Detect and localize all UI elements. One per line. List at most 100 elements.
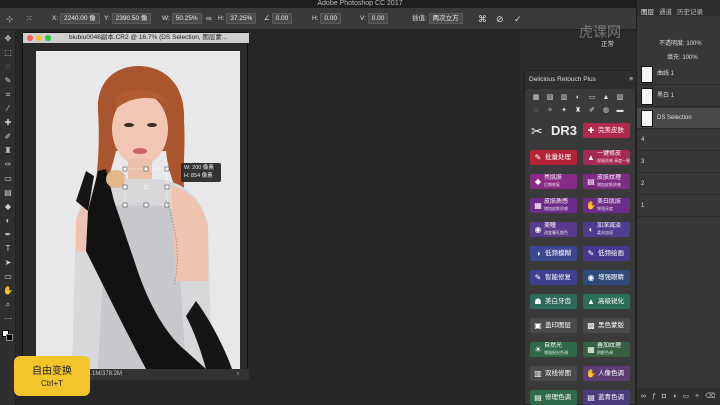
interpolation-field[interactable]: 插值: 两次立方 bbox=[412, 13, 463, 25]
droplet-icon[interactable]: ◍ bbox=[601, 106, 611, 115]
plugin-button[interactable]: ▤ 皮肤纹理 增加皮肤质感 bbox=[583, 174, 630, 189]
stamp-tool-icon[interactable]: ♜ bbox=[3, 146, 13, 156]
plugin-button[interactable]: ▤ 蓝青色调 bbox=[583, 390, 630, 405]
close-window-button[interactable] bbox=[27, 35, 33, 41]
plugin-button[interactable]: ✋ 人像色调 bbox=[583, 366, 630, 381]
width-field[interactable]: W: 50.25% bbox=[162, 13, 202, 25]
layer-row[interactable]: 3 bbox=[637, 152, 720, 173]
dodge-tool-icon[interactable]: ◐ bbox=[3, 216, 13, 226]
width-input[interactable]: 50.25% bbox=[171, 13, 202, 24]
tab-history[interactable]: 历史记录 bbox=[677, 6, 703, 16]
document-tab[interactable]: biubiu0046副本.CR2 @ 16.7% (DS Selection, … bbox=[23, 33, 249, 43]
grid-icon[interactable]: ▦ bbox=[531, 93, 541, 102]
hand-tool-icon[interactable]: ✋ bbox=[3, 286, 13, 296]
plugin-button[interactable]: ▣ 盖印图层 bbox=[530, 318, 577, 333]
blur-tool-icon[interactable]: ◆ bbox=[3, 202, 13, 212]
brush-tool-icon[interactable]: ✐ bbox=[3, 132, 13, 142]
pen-tool-icon[interactable]: ✒ bbox=[3, 230, 13, 240]
zoom-window-button[interactable] bbox=[45, 35, 51, 41]
plugin-button[interactable]: ◐ 加深减淡 柔光加深 bbox=[583, 222, 630, 237]
status-arrow-icon[interactable]: › bbox=[237, 369, 239, 380]
blend-mode-select[interactable]: 正常 bbox=[601, 38, 614, 48]
plugin-button[interactable]: ✋ 美白肌肤 增强亮度 bbox=[583, 198, 630, 213]
height-input[interactable]: 37.25% bbox=[226, 13, 257, 24]
link-icon[interactable]: ∞ bbox=[206, 13, 212, 25]
plugin-button[interactable]: ▲ 一键修皮 保留质感 高度一致 bbox=[583, 150, 630, 165]
trash-icon[interactable]: ⌫ bbox=[705, 393, 720, 400]
layer-row[interactable]: 2 bbox=[637, 174, 720, 195]
layers-icon[interactable]: ▧ bbox=[545, 93, 555, 102]
cancel-icon[interactable]: ⊘ bbox=[496, 13, 504, 25]
ruler-icon[interactable]: ▬ bbox=[615, 106, 625, 115]
eraser-tool-icon[interactable]: ▭ bbox=[3, 174, 13, 184]
gradient-tool-icon[interactable]: ▤ bbox=[3, 188, 13, 198]
warp-icon[interactable]: ⌘ bbox=[478, 13, 487, 25]
more-tools-icon[interactable]: ⋯ bbox=[3, 314, 13, 324]
angle-field[interactable]: ∠ 0.00 bbox=[264, 13, 293, 25]
tab-channels[interactable]: 通道 bbox=[659, 6, 672, 16]
levels-icon[interactable]: ▥ bbox=[559, 93, 569, 102]
plugin-button[interactable]: ✎ 低频绘画 bbox=[583, 246, 630, 261]
plugin-button[interactable]: ✎ 批量处理 bbox=[530, 150, 577, 165]
layer-row[interactable]: 黑白 1 bbox=[637, 86, 720, 107]
tab-layers[interactable]: 图层 bbox=[641, 6, 654, 16]
layer-row[interactable]: 1 bbox=[637, 196, 720, 217]
plugin-button[interactable]: ◑ 低频模糊 bbox=[530, 246, 577, 261]
fx-icon[interactable]: ƒ bbox=[652, 393, 662, 400]
fill-value[interactable]: 100% bbox=[682, 55, 697, 61]
stamp-icon[interactable]: ♜ bbox=[573, 106, 583, 115]
new-layer-icon[interactable]: + bbox=[695, 393, 705, 400]
x-input[interactable]: 2240.00 像 bbox=[59, 13, 100, 24]
history-brush-icon[interactable]: ✑ bbox=[3, 160, 13, 170]
eyedropper-tool-icon[interactable]: ⁄ bbox=[3, 104, 13, 114]
select-icon[interactable]: ▭ bbox=[587, 93, 597, 102]
move-icon[interactable]: ⊹ bbox=[6, 13, 14, 25]
photo-canvas[interactable] bbox=[36, 51, 240, 369]
y-field[interactable]: Y: 2390.50 像 bbox=[104, 13, 152, 25]
healing-tool-icon[interactable]: ✚ bbox=[3, 118, 13, 128]
hskew-field[interactable]: H: 0.00 bbox=[312, 13, 341, 25]
sharpen-icon[interactable]: ▲ bbox=[601, 93, 611, 102]
zoom-tool-icon[interactable]: ⌕ bbox=[3, 300, 13, 310]
spark-icon[interactable]: ✦ bbox=[559, 106, 569, 115]
plugin-button[interactable]: ▲ 高级锐化 bbox=[583, 294, 630, 309]
quick-select-tool-icon[interactable]: ✎ bbox=[3, 76, 13, 86]
y-input[interactable]: 2390.50 像 bbox=[111, 13, 152, 24]
layer-row[interactable]: 4 bbox=[637, 130, 720, 151]
folder-icon[interactable]: ▭ bbox=[682, 393, 695, 400]
opacity-value[interactable]: 100% bbox=[686, 41, 701, 47]
path-select-tool-icon[interactable]: ➤ bbox=[3, 258, 13, 268]
lasso-tool-icon[interactable]: ◌ bbox=[3, 62, 13, 72]
mask-icon[interactable]: ◘ bbox=[662, 393, 672, 400]
height-field[interactable]: H: 37.25% bbox=[218, 13, 257, 25]
plugin-button[interactable]: ▩ 黑色蒙版 bbox=[583, 318, 630, 333]
reference-point-icon[interactable]: ⁙ bbox=[26, 13, 33, 25]
link-layers-icon[interactable]: ∞ bbox=[641, 393, 652, 400]
layer-row[interactable]: DS Selection bbox=[637, 108, 720, 129]
panel-menu-icon[interactable]: ≡ bbox=[629, 71, 633, 89]
move-tool-icon[interactable]: ✥ bbox=[3, 34, 13, 44]
plugin-button[interactable]: ☀ 自然光 增强阳光色调 bbox=[530, 342, 577, 357]
minimize-window-button[interactable] bbox=[36, 35, 42, 41]
plugin-button[interactable]: ◉ 增强眼睛 bbox=[583, 270, 630, 285]
fill-field[interactable]: 填充: 100% bbox=[667, 52, 698, 61]
hskew-input[interactable]: 0.00 bbox=[320, 13, 341, 24]
lasso-icon[interactable]: ◌ bbox=[531, 106, 541, 115]
vskew-input[interactable]: 0.00 bbox=[367, 13, 389, 24]
plugin-button[interactable]: ✎ 智能修复 bbox=[530, 270, 577, 285]
plugin-button[interactable]: ▦ 叠加纹理 阴影色调 bbox=[583, 342, 630, 357]
plugin-button[interactable]: ◆ 亮肌肤 后期修复 bbox=[530, 174, 577, 189]
angle-input[interactable]: 0.00 bbox=[271, 13, 293, 24]
contrast-icon[interactable]: ◐ bbox=[573, 93, 583, 102]
vskew-field[interactable]: V: 0.00 bbox=[360, 13, 389, 25]
plugin-button[interactable]: ▥ 双线修图 bbox=[530, 366, 577, 381]
crop-tool-icon[interactable]: ⌗ bbox=[3, 90, 13, 100]
layer-row[interactable]: 曲线 1 bbox=[637, 64, 720, 85]
brush-icon[interactable]: ✐ bbox=[587, 106, 597, 115]
x-field[interactable]: X: 2240.00 像 bbox=[52, 13, 100, 25]
plugin-button[interactable]: ◉ 美瞳 改变瞳孔颜色 bbox=[530, 222, 577, 237]
wand-icon[interactable]: ✧ bbox=[545, 106, 555, 115]
plugin-button[interactable]: ☗ 美白牙齿 bbox=[530, 294, 577, 309]
opacity-field[interactable]: 不透明度: 100% bbox=[659, 38, 702, 47]
adjustment-icon[interactable]: ◑ bbox=[672, 393, 682, 400]
